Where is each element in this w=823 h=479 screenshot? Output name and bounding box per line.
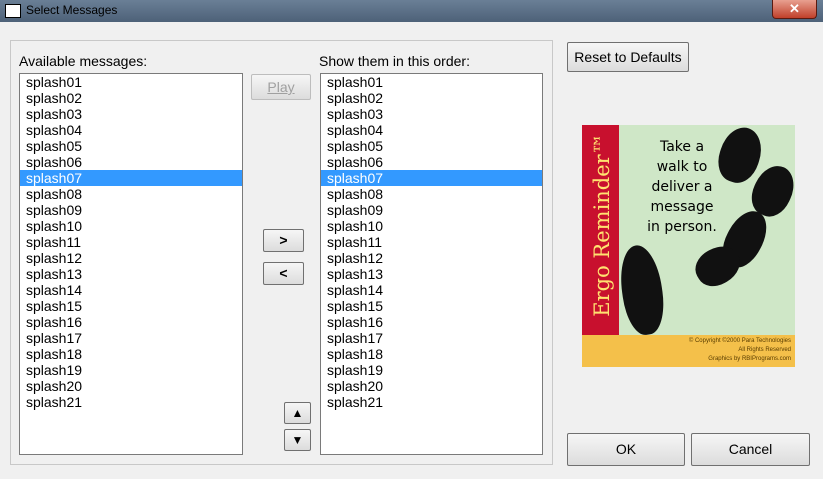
list-item[interactable]: splash09 (20, 202, 242, 218)
list-item[interactable]: splash03 (20, 106, 242, 122)
available-messages-list[interactable]: splash01 splash02 splash03 splash04 splash05… (19, 73, 243, 455)
ordered-messages-list[interactable]: splash01 splash02 splash03 splash04 splash05… (320, 73, 543, 455)
move-up-button[interactable]: ▲ (284, 402, 311, 424)
list-item[interactable]: splash04 (321, 122, 542, 138)
list-item[interactable]: splash10 (321, 218, 542, 234)
list-item[interactable]: splash12 (20, 250, 242, 266)
list-item[interactable]: splash14 (321, 282, 542, 298)
select-messages-window: Select Messages ✕ Available messages: sp… (0, 0, 823, 479)
move-down-button[interactable]: ▼ (284, 429, 311, 451)
footprint-icon (615, 242, 669, 338)
list-item[interactable]: splash08 (321, 186, 542, 202)
title-bar[interactable]: Select Messages ✕ (0, 0, 823, 22)
logo-footer-line: © Copyright ©2000 Para Technologies (688, 338, 791, 344)
logo-tagline-line: Take a (659, 139, 705, 155)
logo-product-name: Ergo Reminder™ (590, 133, 614, 317)
list-item[interactable]: splash05 (20, 138, 242, 154)
cancel-button[interactable]: Cancel (691, 433, 810, 466)
list-item[interactable]: splash01 (321, 74, 542, 90)
ok-button[interactable]: OK (567, 433, 685, 466)
list-item[interactable]: splash18 (20, 346, 242, 362)
window-title: Select Messages (26, 3, 118, 17)
list-item[interactable]: splash13 (321, 266, 542, 282)
remove-message-button[interactable]: < (263, 262, 304, 285)
logo-copyright: © Copyright ©2000 Para Technologies All R… (582, 335, 795, 367)
app-window-icon (5, 4, 21, 18)
dialog-body: Available messages: splash01 splash02 spla… (0, 22, 823, 479)
reset-to-defaults-button[interactable]: Reset to Defaults (567, 42, 689, 72)
list-item[interactable]: splash20 (20, 378, 242, 394)
list-item[interactable]: splash04 (20, 122, 242, 138)
ergo-reminder-logo: Ergo Reminder™ Take a walk to deliver a mes… (582, 125, 795, 367)
list-item[interactable]: splash09 (321, 202, 542, 218)
logo-footer-line: All Rights Reserved (738, 347, 791, 353)
list-item[interactable]: splash11 (321, 234, 542, 250)
list-item[interactable]: splash19 (20, 362, 242, 378)
list-item[interactable]: splash05 (321, 138, 542, 154)
order-label: Show them in this order: (319, 53, 470, 69)
list-item[interactable]: splash14 (20, 282, 242, 298)
list-item[interactable]: splash21 (20, 394, 242, 410)
list-item[interactable]: splash17 (321, 330, 542, 346)
list-item[interactable]: splash15 (20, 298, 242, 314)
list-item[interactable]: splash16 (321, 314, 542, 330)
close-button[interactable]: ✕ (772, 0, 817, 19)
list-item[interactable]: splash15 (321, 298, 542, 314)
available-messages-label: Available messages: (19, 53, 148, 69)
list-item[interactable]: splash12 (321, 250, 542, 266)
list-item[interactable]: splash02 (321, 90, 542, 106)
list-item[interactable]: splash17 (20, 330, 242, 346)
list-item[interactable]: splash11 (20, 234, 242, 250)
logo-tagline-line: deliver a (651, 179, 713, 195)
logo-tagline: Take a walk to deliver a message in person. (642, 137, 722, 237)
play-button[interactable]: Play (251, 74, 311, 100)
logo-tagline-line: in person. (647, 219, 717, 235)
logo-tagline-line: message (650, 199, 714, 215)
logo-tagline-line: walk to (656, 159, 708, 175)
list-item[interactable]: splash07 (20, 170, 242, 186)
add-message-button[interactable]: > (263, 229, 304, 252)
list-item[interactable]: splash16 (20, 314, 242, 330)
list-item[interactable]: splash03 (321, 106, 542, 122)
list-item[interactable]: splash06 (321, 154, 542, 170)
list-item[interactable]: splash01 (20, 74, 242, 90)
list-item[interactable]: splash08 (20, 186, 242, 202)
list-item[interactable]: splash13 (20, 266, 242, 282)
list-item[interactable]: splash10 (20, 218, 242, 234)
logo-footer-line: Graphics by RBIPrograms.com (708, 356, 791, 362)
list-item[interactable]: splash18 (321, 346, 542, 362)
list-item[interactable]: splash06 (20, 154, 242, 170)
list-item[interactable]: splash20 (321, 378, 542, 394)
list-item[interactable]: splash19 (321, 362, 542, 378)
list-item[interactable]: splash07 (321, 170, 542, 186)
list-item[interactable]: splash21 (321, 394, 542, 410)
list-item[interactable]: splash02 (20, 90, 242, 106)
